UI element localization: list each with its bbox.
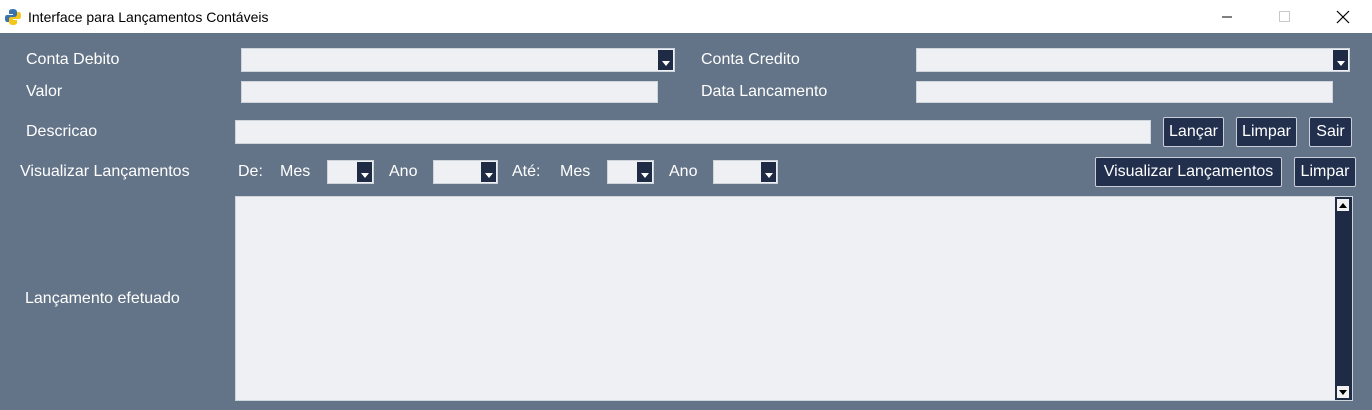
mes-de-combo[interactable] bbox=[327, 160, 374, 184]
mes-de-label: Mes bbox=[280, 163, 311, 180]
chevron-down-icon[interactable] bbox=[1333, 50, 1348, 70]
title-bar: Interface para Lançamentos Contáveis bbox=[0, 0, 1372, 33]
ate-label: Até: bbox=[512, 163, 541, 180]
ano-de-combo[interactable] bbox=[433, 160, 498, 184]
close-icon bbox=[1336, 10, 1350, 23]
lancamento-efetuado-label: Lançamento efetuado bbox=[25, 290, 180, 307]
ano-ate-label: Ano bbox=[669, 163, 698, 180]
chevron-down-icon[interactable] bbox=[761, 162, 776, 182]
main-panel: Conta Debito Conta Credito Valor Data La… bbox=[0, 33, 1372, 410]
minimize-icon bbox=[1222, 16, 1232, 17]
sair-button[interactable]: Sair bbox=[1309, 117, 1352, 147]
lancar-button[interactable]: Lançar bbox=[1163, 117, 1224, 147]
conta-credito-label: Conta Credito bbox=[701, 51, 800, 68]
valor-label: Valor bbox=[26, 83, 63, 100]
conta-debito-combo[interactable] bbox=[241, 48, 675, 72]
chevron-down-icon[interactable] bbox=[481, 162, 496, 182]
limpar-button[interactable]: Limpar bbox=[1236, 117, 1297, 147]
de-label: De: bbox=[238, 163, 263, 180]
scroll-down-icon[interactable] bbox=[1337, 386, 1349, 398]
chevron-down-icon[interactable] bbox=[658, 50, 673, 70]
data-lancamento-label: Data Lancamento bbox=[701, 83, 828, 100]
visualizar-label: Visualizar Lançamentos bbox=[20, 163, 190, 180]
ano-de-label: Ano bbox=[389, 163, 418, 180]
scroll-up-icon[interactable] bbox=[1337, 199, 1349, 211]
valor-field[interactable] bbox=[241, 81, 658, 103]
window-title: Interface para Lançamentos Contáveis bbox=[28, 9, 269, 25]
limpar-visualizacao-button[interactable]: Limpar bbox=[1294, 157, 1356, 187]
close-button[interactable] bbox=[1314, 0, 1372, 33]
conta-credito-combo[interactable] bbox=[916, 48, 1350, 72]
ano-ate-combo[interactable] bbox=[713, 160, 778, 184]
descricao-field[interactable] bbox=[235, 120, 1151, 144]
lancamentos-textarea[interactable] bbox=[235, 196, 1353, 401]
data-lancamento-field[interactable] bbox=[916, 81, 1333, 103]
mes-ate-label: Mes bbox=[560, 163, 591, 180]
chevron-down-icon[interactable] bbox=[357, 162, 372, 182]
mes-ate-combo[interactable] bbox=[607, 160, 654, 184]
vertical-scrollbar[interactable] bbox=[1335, 197, 1352, 400]
maximize-icon bbox=[1279, 10, 1290, 22]
maximize-button[interactable] bbox=[1256, 0, 1314, 33]
visualizar-lancamentos-button[interactable]: Visualizar Lançamentos bbox=[1095, 157, 1282, 187]
minimize-button[interactable] bbox=[1198, 0, 1256, 33]
chevron-down-icon[interactable] bbox=[637, 162, 652, 182]
python-icon bbox=[5, 9, 21, 25]
descricao-label: Descricao bbox=[26, 123, 98, 140]
conta-debito-label: Conta Debito bbox=[26, 51, 120, 68]
